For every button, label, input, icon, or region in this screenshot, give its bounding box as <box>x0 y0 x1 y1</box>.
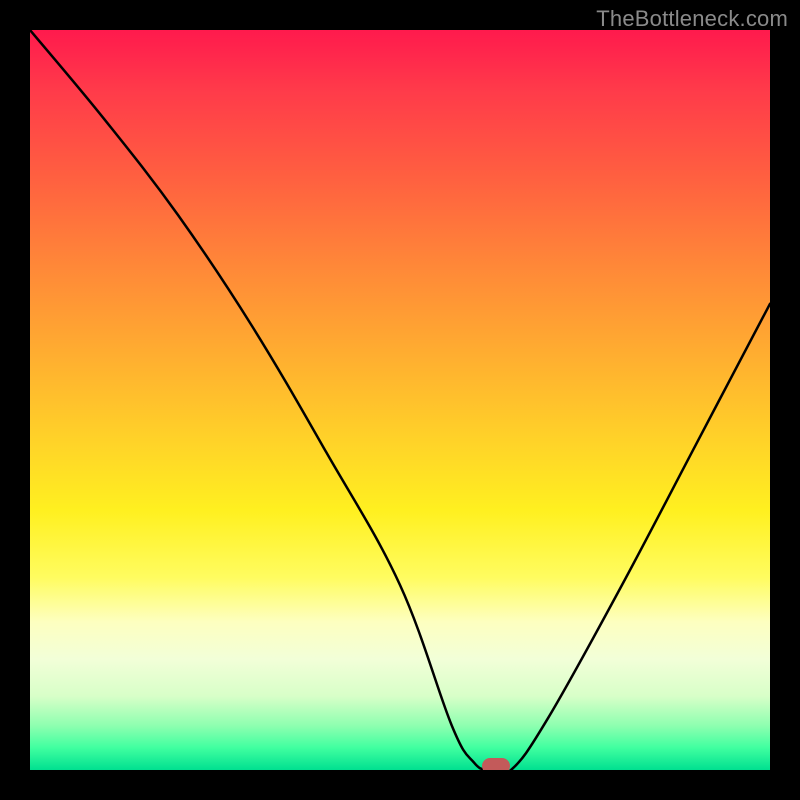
chart-frame: TheBottleneck.com <box>0 0 800 800</box>
optimum-marker <box>482 758 510 770</box>
plot-area <box>30 30 770 770</box>
watermark-text: TheBottleneck.com <box>596 6 788 32</box>
bottleneck-curve <box>30 30 770 770</box>
